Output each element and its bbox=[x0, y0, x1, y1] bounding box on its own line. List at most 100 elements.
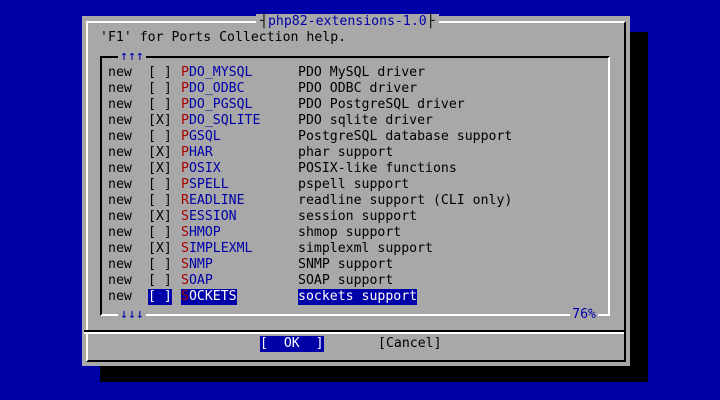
item-hotkey: S bbox=[181, 209, 189, 224]
item-hotkey: S bbox=[181, 289, 189, 304]
list-item[interactable]: new [ ] PSPELL pspell support bbox=[108, 177, 608, 193]
item-name-rest: SPELL bbox=[188, 177, 229, 192]
list-item[interactable]: new [ ] PDO_MYSQL PDO MySQL driver bbox=[108, 65, 608, 81]
item-checkbox[interactable]: [ ] bbox=[148, 225, 172, 241]
item-description: PDO ODBC driver bbox=[298, 81, 418, 96]
button-separator bbox=[84, 330, 624, 334]
item-checkbox[interactable]: [ ] bbox=[148, 97, 172, 113]
item-status-tag: new bbox=[108, 177, 132, 192]
item-checkbox[interactable]: [X] bbox=[148, 209, 172, 225]
item-name-rest: OCKETS bbox=[188, 289, 237, 304]
list-item[interactable]: new [ ] READLINE readline support (CLI only… bbox=[108, 193, 608, 209]
cancel-button[interactable]: [Cancel] bbox=[378, 336, 442, 352]
item-description: shmop support bbox=[298, 225, 402, 240]
item-name-rest: OAP bbox=[188, 273, 213, 288]
item-hotkey: P bbox=[181, 129, 189, 144]
item-checkbox[interactable]: [X] bbox=[148, 113, 172, 129]
item-name-rest: DO_SQLITE bbox=[188, 113, 261, 128]
item-checkbox[interactable]: [X] bbox=[148, 241, 172, 257]
list-item[interactable]: new [X] PHAR phar support bbox=[108, 145, 608, 161]
item-status-tag: new bbox=[108, 289, 132, 304]
options-dialog: ┤php82-extensions-1.0├ 'F1' for Ports Co… bbox=[82, 14, 630, 366]
item-name-rest: NMP bbox=[188, 257, 213, 272]
item-name[interactable]: PDO_MYSQL bbox=[181, 65, 252, 81]
item-name-rest: EADLINE bbox=[188, 193, 245, 208]
list-item[interactable]: new [X] SIMPLEXML simplexml support bbox=[108, 241, 608, 257]
item-name[interactable]: PDO_SQLITE bbox=[181, 113, 260, 129]
item-description: PDO MySQL driver bbox=[298, 65, 426, 80]
item-status-tag: new bbox=[108, 161, 132, 176]
item-hotkey: S bbox=[181, 257, 189, 272]
item-hotkey: S bbox=[181, 241, 189, 256]
item-name-rest: GSQL bbox=[188, 129, 221, 144]
item-description: phar support bbox=[298, 145, 394, 160]
item-description: sockets support bbox=[298, 289, 418, 305]
item-checkbox[interactable]: [ ] bbox=[148, 177, 172, 193]
item-name[interactable]: SOAP bbox=[181, 273, 213, 289]
list-item[interactable]: new [X] SESSION session support bbox=[108, 209, 608, 225]
list-item[interactable]: new [ ] PDO_PGSQL PDO PostgreSQL driver bbox=[108, 97, 608, 113]
list-item[interactable]: new [X] PDO_SQLITE PDO sqlite driver bbox=[108, 113, 608, 129]
item-name[interactable]: SNMP bbox=[181, 257, 213, 273]
ok-button[interactable]: [ OK ] bbox=[260, 336, 324, 352]
item-name[interactable]: PDO_ODBC bbox=[181, 81, 245, 97]
ok-button-right-bracket: ] bbox=[299, 336, 324, 351]
item-checkbox[interactable]: [X] bbox=[148, 161, 172, 177]
list-item[interactable]: new [ ] PDO_ODBC PDO ODBC driver bbox=[108, 81, 608, 97]
item-description: readline support (CLI only) bbox=[298, 193, 513, 208]
item-status-tag: new bbox=[108, 225, 132, 240]
item-name[interactable]: PSPELL bbox=[181, 177, 229, 193]
item-hotkey: P bbox=[181, 161, 189, 176]
item-name-rest: HMOP bbox=[188, 225, 221, 240]
scroll-down-indicator[interactable]: ↓↓↓ bbox=[118, 307, 146, 323]
item-name-rest: DO_ODBC bbox=[188, 81, 245, 96]
item-checkbox[interactable]: [ ] bbox=[148, 129, 172, 145]
list-item[interactable]: new [ ] SOAP SOAP support bbox=[108, 273, 608, 289]
scroll-percentage: 76% bbox=[570, 307, 598, 323]
item-hotkey: R bbox=[181, 193, 189, 208]
item-checkbox[interactable]: [ ] bbox=[148, 257, 172, 273]
item-hotkey: P bbox=[181, 81, 189, 96]
item-name[interactable]: SOCKETS bbox=[181, 289, 237, 305]
item-name[interactable]: SHMOP bbox=[181, 225, 221, 241]
item-name-rest: DO_PGSQL bbox=[188, 97, 253, 112]
item-name[interactable]: PDO_PGSQL bbox=[181, 97, 252, 113]
item-checkbox[interactable]: [ ] bbox=[148, 193, 172, 209]
item-description: pspell support bbox=[298, 177, 410, 192]
options-rows: new[ ] PDO_MYSQL PDO MySQL driver new[ ] PDO… bbox=[108, 65, 608, 305]
item-hotkey: P bbox=[181, 177, 189, 192]
item-name[interactable]: READLINE bbox=[181, 193, 245, 209]
item-name[interactable]: PGSQL bbox=[181, 129, 221, 145]
list-item[interactable]: new [X] POSIX POSIX-like functions bbox=[108, 161, 608, 177]
item-name-rest: OSIX bbox=[188, 161, 221, 176]
list-item[interactable]: new [ ] SOCKETS sockets support bbox=[108, 289, 608, 305]
item-checkbox[interactable]: [ ] bbox=[148, 289, 172, 305]
item-description: session support bbox=[298, 209, 418, 224]
item-status-tag: new bbox=[108, 209, 132, 224]
item-hotkey: P bbox=[181, 65, 189, 80]
list-item[interactable]: new [ ] PGSQL PostgreSQL database support bbox=[108, 129, 608, 145]
item-name[interactable]: SIMPLEXML bbox=[181, 241, 252, 257]
item-hotkey: P bbox=[181, 113, 189, 128]
item-name[interactable]: PHAR bbox=[181, 145, 213, 161]
item-status-tag: new bbox=[108, 257, 132, 272]
item-checkbox[interactable]: [ ] bbox=[148, 65, 172, 81]
scroll-up-indicator[interactable]: ↑↑↑ bbox=[118, 49, 146, 65]
item-hotkey: S bbox=[181, 273, 189, 288]
item-name[interactable]: POSIX bbox=[181, 161, 221, 177]
item-checkbox[interactable]: [ ] bbox=[148, 273, 172, 289]
item-name-rest: IMPLEXML bbox=[188, 241, 253, 256]
item-status-tag: new bbox=[108, 129, 132, 144]
dialog-title: ┤php82-extensions-1.0├ bbox=[256, 14, 439, 30]
item-name[interactable]: SESSION bbox=[181, 209, 237, 225]
item-name-rest: HAR bbox=[188, 145, 213, 160]
list-item[interactable]: new [ ] SNMP SNMP support bbox=[108, 257, 608, 273]
item-hotkey: S bbox=[181, 225, 189, 240]
item-name-rest: DO_MYSQL bbox=[188, 65, 253, 80]
options-list[interactable]: ↑↑↑ new[ ] PDO_MYSQL PDO MySQL driver new[ … bbox=[100, 49, 610, 323]
item-checkbox[interactable]: [X] bbox=[148, 145, 172, 161]
item-status-tag: new bbox=[108, 193, 132, 208]
item-checkbox[interactable]: [ ] bbox=[148, 81, 172, 97]
item-status-tag: new bbox=[108, 65, 132, 80]
list-item[interactable]: new [ ] SHMOP shmop support bbox=[108, 225, 608, 241]
